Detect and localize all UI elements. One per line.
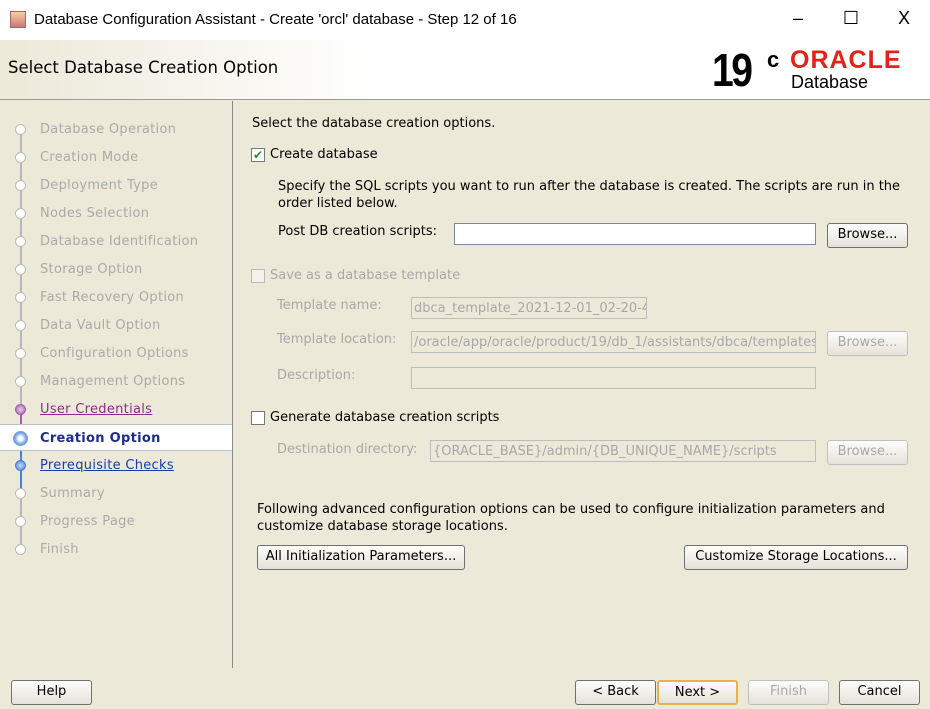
back-button[interactable]: < Back <box>575 680 656 705</box>
close-button[interactable]: X <box>889 8 919 29</box>
step-label: Management Options <box>40 374 186 389</box>
finish-button[interactable]: Finish <box>748 680 829 705</box>
oracle-logo: ORACLE <box>790 46 902 74</box>
sidebar-step-creation-option: Creation Option <box>0 424 232 451</box>
post-scripts-label: Post DB creation scripts: <box>278 224 437 239</box>
steps-sidebar: Database Operation Creation Mode Deploymen… <box>0 101 233 668</box>
step-indicator-icon <box>15 404 26 415</box>
sidebar-step-fast-recovery-option: Fast Recovery Option <box>0 284 232 311</box>
description-label: Description: <box>277 368 356 383</box>
step-label: Deployment Type <box>40 178 159 193</box>
customize-storage-locations-button[interactable]: Customize Storage Locations... <box>684 545 908 570</box>
description-input[interactable] <box>411 367 816 389</box>
maximize-button[interactable]: ☐ <box>836 8 866 29</box>
step-label: Nodes Selection <box>40 206 150 221</box>
sidebar-step-creation-mode: Creation Mode <box>0 144 232 171</box>
save-template-checkbox[interactable] <box>251 269 265 283</box>
template-name-label: Template name: <box>277 298 382 313</box>
scripts-description: Specify the SQL scripts you want to run … <box>278 179 901 211</box>
step-indicator-icon <box>15 292 26 303</box>
step-indicator-icon <box>13 431 28 446</box>
step-label: Creation Mode <box>40 150 139 165</box>
step-indicator-icon <box>15 544 26 555</box>
step-indicator-icon <box>15 264 26 275</box>
step-label: Fast Recovery Option <box>40 290 185 305</box>
step-label: Summary <box>40 486 105 501</box>
create-database-label: Create database <box>270 147 378 162</box>
page-title: Select Database Creation Option <box>8 58 279 77</box>
destination-browse-button[interactable]: Browse... <box>827 440 908 465</box>
step-indicator-icon <box>15 236 26 247</box>
advanced-description: Following advanced configuration options… <box>257 502 885 534</box>
step-label: Data Vault Option <box>40 318 161 333</box>
cancel-button[interactable]: Cancel <box>839 680 920 705</box>
template-location-label: Template location: <box>277 332 397 347</box>
generate-scripts-checkbox[interactable] <box>251 411 265 425</box>
sidebar-step-storage-option: Storage Option <box>0 256 232 283</box>
all-initialization-parameters-button[interactable]: All Initialization Parameters... <box>257 545 465 570</box>
step-label: Prerequisite Checks <box>40 458 174 473</box>
help-button[interactable]: Help <box>11 680 92 705</box>
step-indicator-icon <box>15 488 26 499</box>
step-label: Progress Page <box>40 514 135 529</box>
step-label: Database Operation <box>40 122 177 137</box>
intro-text: Select the database creation options. <box>252 116 496 131</box>
sidebar-step-database-operation: Database Operation <box>0 116 232 143</box>
destination-directory-input[interactable]: {ORACLE_BASE}/admin/{DB_UNIQUE_NAME}/scr… <box>430 440 816 462</box>
logo-version: 19 <box>712 44 753 96</box>
minimize-button[interactable]: – <box>783 8 813 29</box>
logo-c: c <box>767 47 780 72</box>
template-location-browse-button[interactable]: Browse... <box>827 331 908 356</box>
window-title: Database Configuration Assistant - Creat… <box>34 11 517 28</box>
post-scripts-input[interactable] <box>454 223 816 245</box>
sidebar-step-data-vault-option: Data Vault Option <box>0 312 232 339</box>
sidebar-step-prerequisite-checks[interactable]: Prerequisite Checks <box>0 452 232 479</box>
template-name-input[interactable]: dbca_template_2021-12-01_02-20-4 <box>411 297 647 319</box>
sidebar-step-user-credentials[interactable]: User Credentials <box>0 396 232 423</box>
step-label: Creation Option <box>40 431 161 446</box>
logo-product: Database <box>791 72 869 92</box>
next-button[interactable]: Next > <box>657 680 738 705</box>
step-label: Finish <box>40 542 79 557</box>
sidebar-step-database-identification: Database Identification <box>0 228 232 255</box>
save-template-label: Save as a database template <box>270 268 461 283</box>
page-header: Select Database Creation Option 19 c ORA… <box>0 40 930 100</box>
template-location-input[interactable]: /oracle/app/oracle/product/19/db_1/assis… <box>411 331 816 353</box>
step-indicator-icon <box>15 376 26 387</box>
create-database-checkbox[interactable]: ✔ <box>251 148 265 162</box>
sidebar-step-configuration-options: Configuration Options <box>0 340 232 367</box>
sidebar-step-deployment-type: Deployment Type <box>0 172 232 199</box>
step-indicator-icon <box>15 208 26 219</box>
java-app-icon <box>10 11 26 28</box>
footer-bar: Help < Back Next > Finish Cancel <box>0 668 930 709</box>
step-label: Database Identification <box>40 234 199 249</box>
sidebar-step-nodes-selection: Nodes Selection <box>0 200 232 227</box>
step-label: Storage Option <box>40 262 143 277</box>
step-indicator-icon <box>15 516 26 527</box>
step-indicator-icon <box>15 460 26 471</box>
title-bar: Database Configuration Assistant - Creat… <box>0 0 930 40</box>
step-indicator-icon <box>15 124 26 135</box>
step-label: Configuration Options <box>40 346 189 361</box>
destination-directory-label: Destination directory: <box>277 442 418 457</box>
generate-scripts-label: Generate database creation scripts <box>270 410 500 425</box>
step-indicator-icon <box>15 320 26 331</box>
sidebar-step-summary: Summary <box>0 480 232 507</box>
step-indicator-icon <box>15 152 26 163</box>
post-scripts-browse-button[interactable]: Browse... <box>827 223 908 248</box>
sidebar-step-progress-page: Progress Page <box>0 508 232 535</box>
step-indicator-icon <box>15 180 26 191</box>
sidebar-step-finish: Finish <box>0 536 232 563</box>
sidebar-step-management-options: Management Options <box>0 368 232 395</box>
step-indicator-icon <box>15 348 26 359</box>
step-label: User Credentials <box>40 402 153 417</box>
